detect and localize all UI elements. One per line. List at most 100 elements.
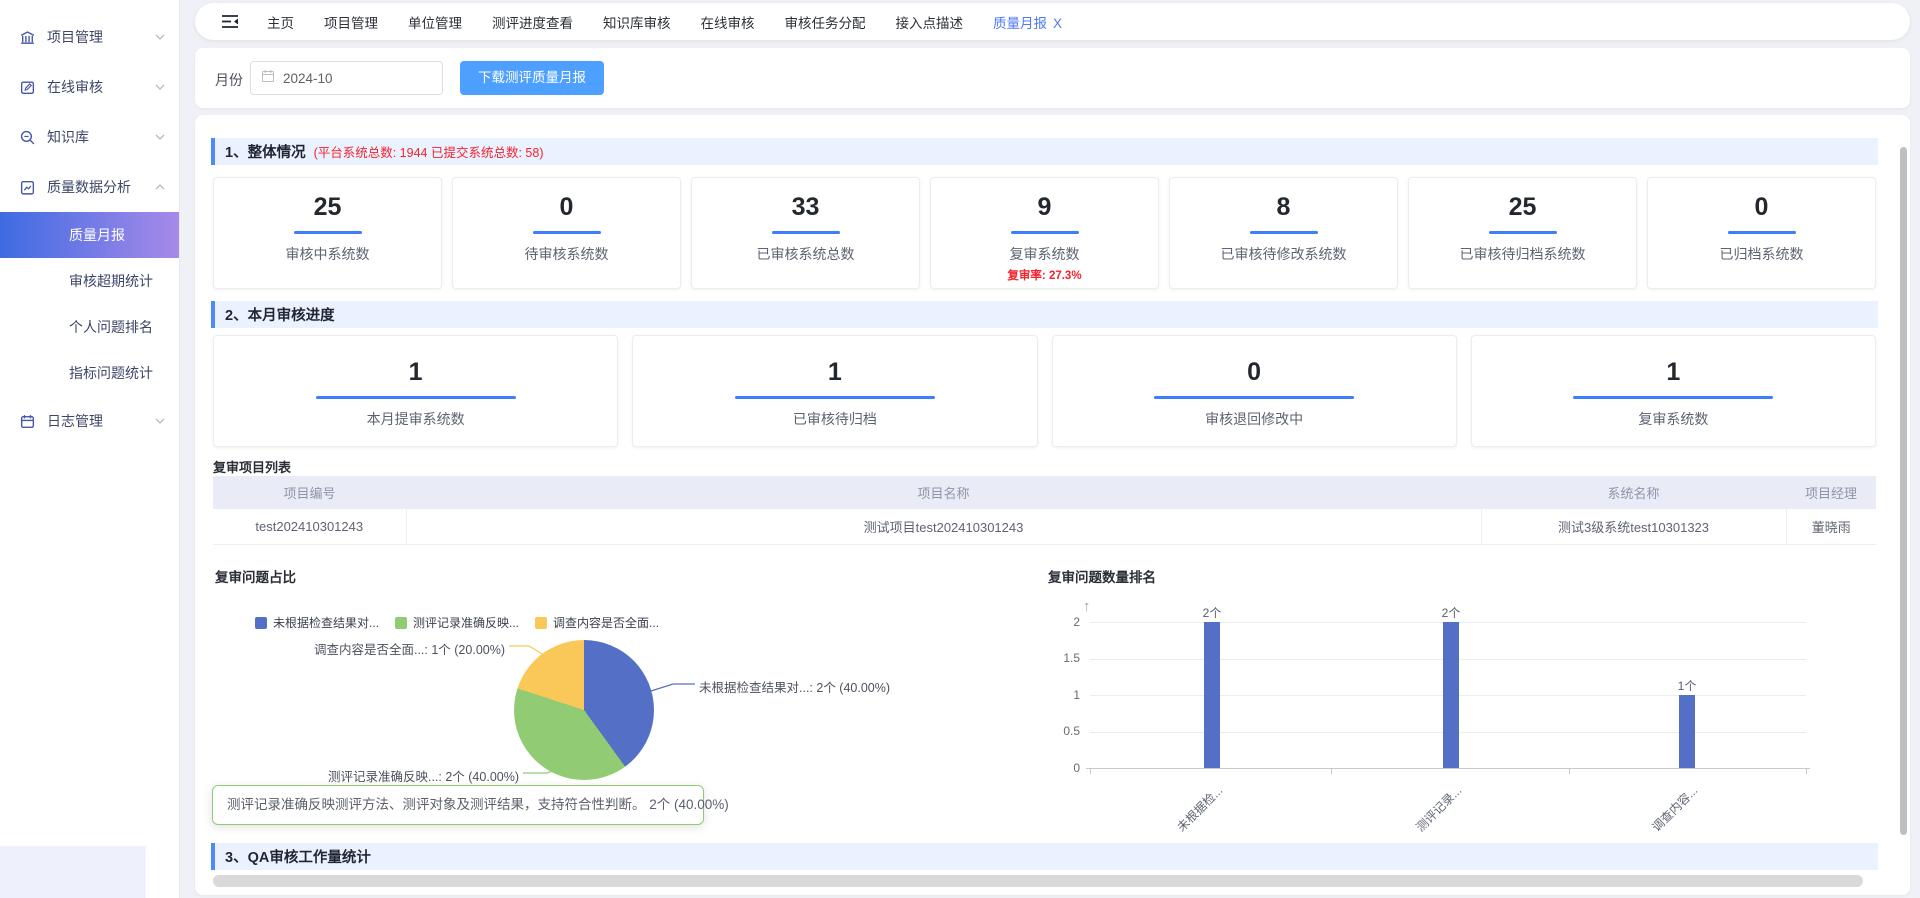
close-tab-icon[interactable]: X [1053, 16, 1062, 31]
subitem-label: 指标问题统计 [69, 363, 153, 383]
stat-value: 1 [633, 358, 1036, 387]
legend-swatch [535, 617, 547, 629]
sidebar-item-label: 质量数据分析 [47, 177, 155, 197]
chevron-up-icon [155, 184, 165, 190]
sidebar-item-label: 日志管理 [47, 411, 155, 431]
tab-knowledge-review[interactable]: 知识库审核 [603, 12, 671, 32]
tab-unit-management[interactable]: 单位管理 [408, 12, 462, 32]
legend-label: 未根据检查结果对... [273, 614, 379, 631]
bar-value-label: 2个 [1431, 604, 1471, 621]
stat-card-month-submitted: 1 本月提审系统数 [213, 335, 618, 447]
stat-value: 0 [1053, 358, 1456, 387]
horizontal-scrollbar[interactable] [213, 875, 1863, 887]
stat-label: 已归档系统数 [1648, 244, 1875, 264]
col-project-manager: 项目经理 [1786, 476, 1876, 509]
sidebar-subitem-indicator-issue-stats[interactable]: 指标问题统计 [0, 350, 179, 396]
tab-review-task-assignment[interactable]: 审核任务分配 [785, 12, 866, 32]
legend-item[interactable]: 未根据检查结果对... [255, 614, 379, 631]
stat-value: 9 [931, 193, 1158, 222]
sidebar-subitem-quality-monthly-report[interactable]: 质量月报 [0, 212, 179, 258]
collapse-menu-icon[interactable] [221, 14, 239, 29]
month-progress-cards-row: 1 本月提审系统数 1 已审核待归档 0 审核退回修改中 1 复审系统数 [213, 335, 1876, 447]
sidebar-item-log-management[interactable]: 日志管理 [0, 396, 179, 446]
stat-underline [1728, 231, 1796, 234]
stat-value: 33 [692, 193, 919, 222]
stat-underline [772, 231, 840, 234]
stat-label: 审核退回修改中 [1053, 409, 1456, 429]
section2-title: 2、本月审核进度 [225, 304, 335, 325]
stat-card-re-review: 9 复审系统数 复审率: 27.3% [930, 177, 1159, 289]
section3-title: 3、QA审核工作量统计 [225, 846, 371, 867]
bar-chart-title: 复审问题数量排名 [1048, 566, 1156, 586]
sidebar-subitem-personal-issue-ranking[interactable]: 个人问题排名 [0, 304, 179, 350]
review-list-title: 复审项目列表 [213, 457, 291, 476]
pie-chart-circle[interactable] [514, 640, 654, 780]
main-area: 主页 项目管理 单位管理 测评进度查看 知识库审核 在线审核 审核任务分配 接入… [180, 0, 1920, 898]
sidebar-item-knowledge-base[interactable]: 知识库 [0, 112, 179, 162]
overview-cards-row: 25 审核中系统数 0 待审核系统数 33 已审核系统总数 9 复审系统数 复审… [213, 177, 1876, 289]
stat-card-month-returned: 0 审核退回修改中 [1052, 335, 1457, 447]
stat-value: 25 [214, 193, 441, 222]
sidebar-subitem-review-overdue-stats[interactable]: 审核超期统计 [0, 258, 179, 304]
sidebar-item-label: 知识库 [47, 127, 155, 147]
month-field-label: 月份 [215, 70, 243, 90]
tab-access-point-description[interactable]: 接入点描述 [896, 12, 964, 32]
legend-label: 调查内容是否全面... [553, 614, 659, 631]
stat-label: 已审核待归档系统数 [1409, 244, 1636, 264]
cell-project-manager: 董晓雨 [1786, 509, 1876, 544]
stat-label: 已审核待修改系统数 [1170, 244, 1397, 264]
col-system-name: 系统名称 [1481, 476, 1786, 509]
stat-card-in-review: 25 审核中系统数 [213, 177, 442, 289]
bar[interactable] [1204, 622, 1220, 768]
axis-tick [1331, 769, 1332, 774]
chevron-down-icon [155, 34, 165, 40]
stat-value: 0 [453, 193, 680, 222]
stat-card-reviewed-to-archive: 25 已审核待归档系统数 [1408, 177, 1637, 289]
stat-underline [1011, 231, 1079, 234]
section2-header: 2、本月审核进度 [211, 301, 1878, 328]
stat-card-archived: 0 已归档系统数 [1647, 177, 1876, 289]
sidebar-item-online-review[interactable]: 在线审核 [0, 62, 179, 112]
section1-subtitle: (平台系统总数: 1944 已提交系统总数: 58) [314, 142, 544, 161]
stat-card-reviewed-to-modify: 8 已审核待修改系统数 [1169, 177, 1398, 289]
stat-value: 1 [1472, 358, 1875, 387]
chevron-down-icon [155, 418, 165, 424]
stat-card-reviewed-total: 33 已审核系统总数 [691, 177, 920, 289]
tab-evaluation-progress[interactable]: 测评进度查看 [492, 12, 573, 32]
stat-underline [533, 231, 601, 234]
download-monthly-report-button[interactable]: 下载测评质量月报 [460, 61, 604, 95]
bar-value-label: 1个 [1667, 677, 1707, 694]
stat-underline [316, 396, 516, 399]
tab-home[interactable]: 主页 [267, 12, 294, 32]
col-project-id: 项目编号 [213, 476, 406, 509]
legend-item[interactable]: 调查内容是否全面... [535, 614, 659, 631]
pie-legend: 未根据检查结果对... 测评记录准确反映... 调查内容是否全面... [255, 614, 675, 631]
section1-header: 1、整体情况 (平台系统总数: 1944 已提交系统总数: 58) [211, 138, 1878, 165]
vertical-scrollbar[interactable] [1900, 147, 1907, 835]
y-axis-arrow-icon: ↑ [1083, 598, 1091, 615]
bar[interactable] [1443, 622, 1459, 768]
legend-item[interactable]: 测评记录准确反映... [395, 614, 519, 631]
y-tick-label: 1.5 [1048, 651, 1080, 665]
bank-icon [18, 28, 36, 46]
review-project-table: 项目编号 项目名称 系统名称 项目经理 test202410301243 测试项… [213, 476, 1876, 545]
bar[interactable] [1679, 695, 1695, 768]
tab-quality-monthly-report[interactable]: 质量月报X [993, 12, 1062, 32]
tab-online-review[interactable]: 在线审核 [701, 12, 755, 32]
col-project-name: 项目名称 [406, 476, 1481, 509]
y-tick-label: 2 [1048, 615, 1080, 629]
sidebar-item-project-management[interactable]: 项目管理 [0, 12, 179, 62]
month-picker-input[interactable]: 2024-10 [250, 61, 443, 95]
table-row: test202410301243 测试项目test202410301243 测试… [213, 509, 1876, 544]
section1-title: 1、整体情况 [225, 141, 306, 162]
stat-label: 复审系统数 [931, 244, 1158, 264]
sidebar-item-quality-data-analysis[interactable]: 质量数据分析 [0, 162, 179, 212]
sidebar-item-label: 在线审核 [47, 77, 155, 97]
stat-value: 0 [1648, 193, 1875, 222]
bar-value-label: 2个 [1192, 604, 1232, 621]
stat-underline [1154, 396, 1354, 399]
section3-header: 3、QA审核工作量统计 [211, 843, 1878, 870]
chart-document-icon [18, 178, 36, 196]
sidebar: 项目管理 在线审核 知识库 质量数据分析 质量月报 审核超期统计 个人问题排名 … [0, 0, 180, 898]
tab-project-management[interactable]: 项目管理 [324, 12, 378, 32]
